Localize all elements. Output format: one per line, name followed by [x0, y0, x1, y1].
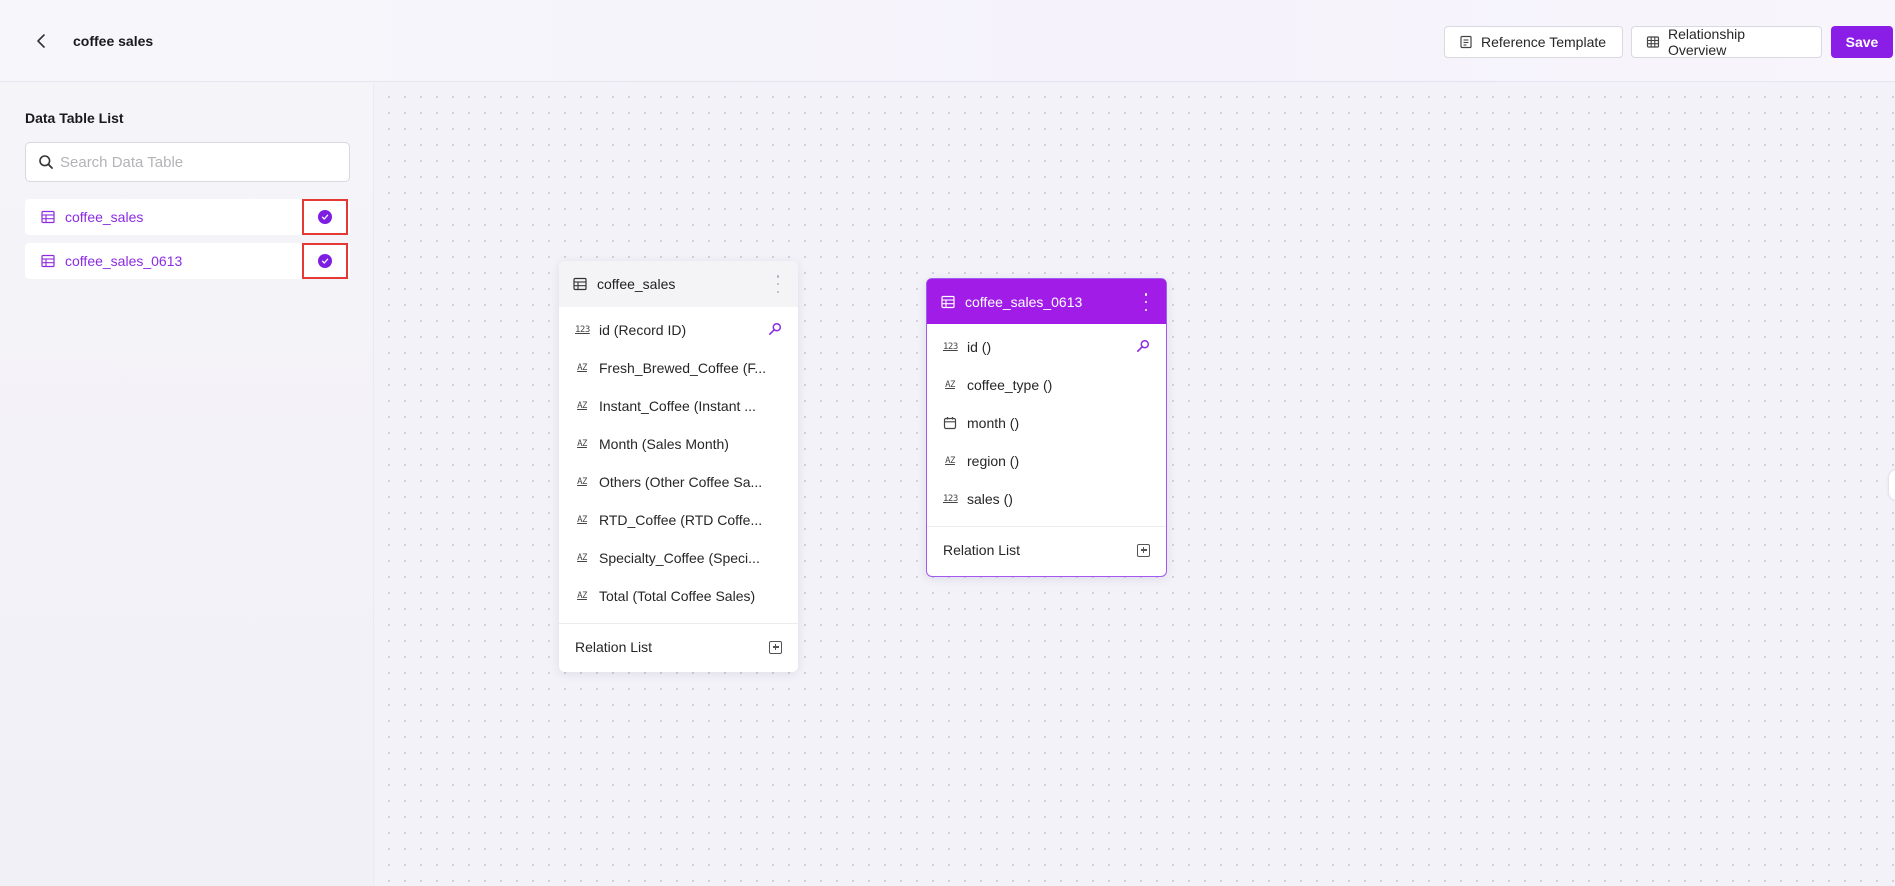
field-row[interactable]: AZ Fresh_Brewed_Coffee (F...	[559, 349, 798, 387]
text-type-icon: AZ	[577, 553, 587, 563]
field-label: id ()	[967, 339, 992, 355]
top-header: coffee sales Reference Template Relation…	[0, 0, 1895, 82]
search-input[interactable]	[60, 153, 340, 171]
text-type-icon: AZ	[945, 456, 955, 466]
field-label: RTD_Coffee (RTD Coffe...	[599, 512, 763, 528]
more-options-icon[interactable]	[772, 275, 784, 293]
data-table-sidebar: Data Table List coffee_sales coffee_s	[0, 83, 374, 886]
table-card-coffee-sales[interactable]: coffee_sales 123 id (Record ID) AZ Fresh…	[559, 261, 798, 672]
table-icon	[41, 254, 55, 268]
table-item-label: coffee_sales	[65, 209, 144, 225]
field-row[interactable]: AZ coffee_type ()	[927, 366, 1166, 404]
reference-template-label: Reference Template	[1481, 34, 1607, 50]
card-title: coffee_sales	[597, 276, 676, 292]
number-type-icon: 123	[575, 325, 590, 335]
number-type-icon: 123	[943, 342, 958, 352]
table-item-label: coffee_sales_0613	[65, 253, 183, 269]
field-label: Total (Total Coffee Sales)	[599, 588, 756, 604]
reference-template-button[interactable]: Reference Template	[1444, 26, 1623, 58]
grid-table-icon	[1646, 36, 1660, 48]
table-icon	[41, 210, 55, 224]
relationship-overview-label: Relationship Overview	[1667, 26, 1746, 58]
search-icon	[39, 155, 53, 169]
text-type-icon: AZ	[577, 363, 587, 373]
field-row[interactable]: 123 id ()	[927, 328, 1166, 366]
back-button[interactable]	[30, 30, 52, 52]
field-row[interactable]: AZ Instant_Coffee (Instant ...	[559, 387, 798, 425]
field-row[interactable]: 123 sales ()	[927, 480, 1166, 518]
field-label: Instant_Coffee (Instant ...	[599, 398, 756, 414]
field-row[interactable]: AZ region ()	[927, 442, 1166, 480]
table-card-coffee-sales-0613[interactable]: coffee_sales_0613 123 id () AZ coffee_ty…	[926, 278, 1167, 577]
field-row[interactable]: month ()	[927, 404, 1166, 442]
field-label: month ()	[967, 415, 1020, 431]
selection-checkbox[interactable]	[302, 243, 348, 279]
key-icon	[1136, 339, 1150, 352]
page-title: coffee sales	[73, 33, 154, 49]
relation-list-row: Relation List	[927, 527, 1166, 573]
table-icon	[573, 277, 587, 291]
number-type-icon: 123	[943, 494, 958, 504]
sidebar-title: Data Table List	[25, 110, 124, 126]
panel-toggle-handle[interactable]	[1889, 470, 1895, 500]
field-row[interactable]: AZ RTD_Coffee (RTD Coffe...	[559, 501, 798, 539]
key-icon	[768, 322, 782, 335]
table-icon	[941, 295, 955, 308]
field-label: sales ()	[967, 491, 1013, 507]
text-type-icon: AZ	[945, 380, 955, 390]
save-button[interactable]: Save	[1831, 26, 1893, 58]
add-relation-icon[interactable]	[1137, 543, 1150, 557]
field-label: Month (Sales Month)	[599, 436, 729, 452]
relation-list-row: Relation List	[559, 624, 798, 670]
card-header[interactable]: coffee_sales_0613	[927, 279, 1166, 324]
text-type-icon: AZ	[577, 401, 587, 411]
field-row[interactable]: AZ Others (Other Coffee Sa...	[559, 463, 798, 501]
card-header[interactable]: coffee_sales	[559, 261, 798, 307]
field-row[interactable]: AZ Month (Sales Month)	[559, 425, 798, 463]
calendar-icon	[943, 417, 957, 430]
relationship-overview-button[interactable]: Relationship Overview	[1631, 26, 1822, 58]
more-options-icon[interactable]	[1140, 293, 1152, 311]
card-title: coffee_sales_0613	[965, 293, 1083, 310]
selection-checkbox[interactable]	[302, 199, 348, 235]
field-row[interactable]: AZ Total (Total Coffee Sales)	[559, 577, 798, 615]
table-item-coffee-sales-0613[interactable]: coffee_sales_0613	[25, 243, 350, 279]
field-label: Fresh_Brewed_Coffee (F...	[599, 360, 767, 376]
field-row[interactable]: 123 id (Record ID)	[559, 311, 798, 349]
text-type-icon: AZ	[577, 477, 587, 487]
check-circle-icon	[318, 254, 332, 268]
chevron-left-icon	[37, 34, 45, 48]
text-type-icon: AZ	[577, 515, 587, 525]
field-row[interactable]: AZ Specialty_Coffee (Speci...	[559, 539, 798, 577]
field-label: Others (Other Coffee Sa...	[599, 474, 763, 490]
field-list: 123 id () AZ coffee_type () month () AZ …	[927, 324, 1166, 518]
field-label: coffee_type ()	[967, 377, 1053, 393]
table-item-coffee-sales[interactable]: coffee_sales	[25, 199, 350, 235]
field-label: Specialty_Coffee (Speci...	[599, 550, 760, 566]
field-label: id (Record ID)	[599, 322, 687, 338]
text-type-icon: AZ	[577, 439, 587, 449]
relation-list-label: Relation List	[943, 542, 1021, 558]
field-list: 123 id (Record ID) AZ Fresh_Brewed_Coffe…	[559, 307, 798, 615]
check-circle-icon	[318, 210, 332, 224]
text-type-icon: AZ	[577, 591, 587, 601]
search-box	[25, 142, 350, 182]
field-label: region ()	[967, 453, 1020, 469]
document-icon	[1460, 35, 1472, 49]
relation-list-label: Relation List	[575, 639, 653, 655]
add-relation-icon[interactable]	[769, 640, 782, 654]
